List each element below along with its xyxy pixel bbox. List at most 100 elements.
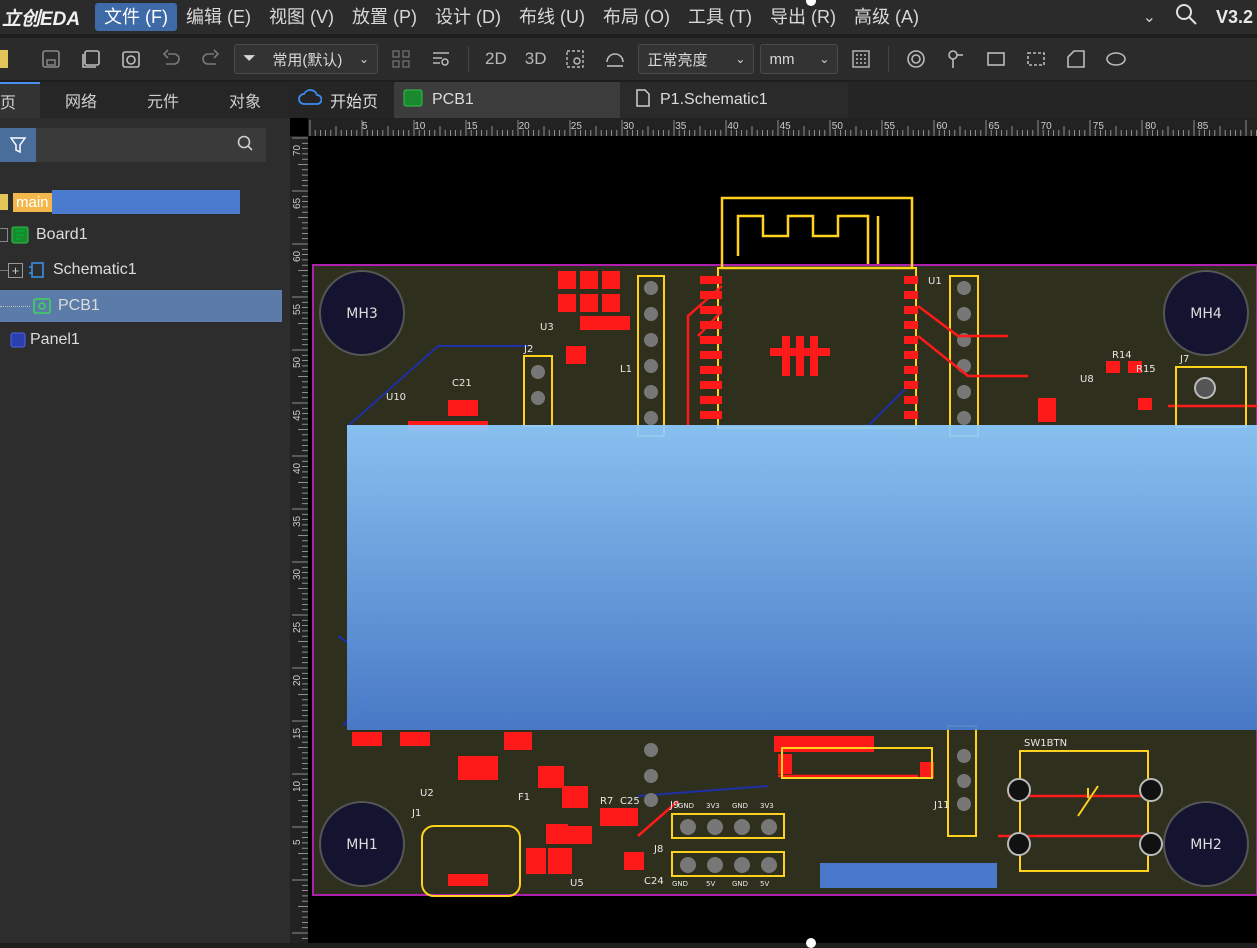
tree-item-pcb[interactable]: PCB1 xyxy=(0,290,282,322)
search-icon[interactable] xyxy=(1174,2,1198,32)
ruler-label: 75 xyxy=(1093,121,1105,132)
label-j2: J2 xyxy=(523,344,533,355)
label-u5: U5 xyxy=(570,878,584,889)
expand-icon[interactable]: + xyxy=(8,262,23,278)
pcb-icon xyxy=(402,88,424,113)
rect-select-icon[interactable] xyxy=(979,42,1013,76)
tab-pages[interactable]: 页 xyxy=(0,82,40,118)
ruler-label: 15 xyxy=(292,727,303,739)
label-j7: J7 xyxy=(1179,354,1189,365)
ruler-label: 40 xyxy=(292,462,303,474)
divider xyxy=(888,46,890,72)
version-label: V3.2 xyxy=(1215,6,1253,27)
tree-item-board-label: Board1 xyxy=(36,226,88,243)
view-2d-button[interactable]: 2D xyxy=(479,49,513,69)
tree-item-schematic[interactable]: + Schematic1 xyxy=(0,255,282,285)
label-u8: U8 xyxy=(1080,374,1094,385)
toolbar: ⏷ 常用(默认) ⌄ 2D 3D 正常亮度 ⌄ mm ⌄ xyxy=(0,38,1257,80)
unit-select-value: mm xyxy=(769,50,795,68)
brightness-icon[interactable] xyxy=(598,42,632,76)
tree-line xyxy=(0,269,8,271)
tab-schematic[interactable]: P1.Schematic1 xyxy=(620,82,848,118)
save-icon[interactable] xyxy=(34,42,68,76)
filter-select[interactable]: ⏷ 常用(默认) ⌄ xyxy=(234,44,378,74)
label-mh1: MH1 xyxy=(346,837,378,853)
redo-icon[interactable] xyxy=(194,42,228,76)
ruler-label: 60 xyxy=(292,250,303,262)
tab-start-page[interactable]: 开始页 xyxy=(290,82,394,118)
rename-field[interactable] xyxy=(51,190,240,214)
menu-advanced[interactable]: 高级 (A) xyxy=(845,3,928,31)
tree-item-main[interactable]: main xyxy=(0,187,240,217)
tab-components[interactable]: 元件 xyxy=(122,82,204,118)
list-search-icon[interactable] xyxy=(424,42,458,76)
menu-view[interactable]: 视图 (V) xyxy=(260,3,343,31)
menu-bar: 立创EDA 文件 (F) 编辑 (E) 视图 (V) 放置 (P) 设计 (D)… xyxy=(0,0,1257,34)
search-icon[interactable] xyxy=(236,134,254,157)
zoom-area-icon[interactable] xyxy=(558,42,592,76)
undo-icon[interactable] xyxy=(154,42,188,76)
via-icon[interactable] xyxy=(899,42,933,76)
tab-objects[interactable]: 对象 xyxy=(204,82,286,118)
label-r7: R7 xyxy=(600,796,613,807)
pin-label: GND xyxy=(678,802,694,810)
tab-nets[interactable]: 网络 xyxy=(40,82,122,118)
label-mh3: MH3 xyxy=(346,306,378,322)
ruler-label: 40 xyxy=(727,121,739,132)
ruler-label: 10 xyxy=(292,780,303,792)
tab-pcb1[interactable]: PCB1 xyxy=(394,82,620,118)
folder-icon[interactable] xyxy=(0,50,8,68)
tree-item-board[interactable]: Board1 xyxy=(0,220,282,250)
ruler-label: 5 xyxy=(292,839,303,845)
label-l1: L1 xyxy=(620,364,632,375)
mounting-hole-mh2: MH2 xyxy=(1163,801,1249,887)
menu-route[interactable]: 布线 (U) xyxy=(510,3,594,31)
board-icon xyxy=(10,225,30,245)
ruler-label: 10 xyxy=(414,121,426,132)
tree-item-panel[interactable]: Panel1 xyxy=(0,325,282,355)
document-tabs: 开始页 PCB1 P1.Schematic1 xyxy=(290,82,1257,118)
probe-icon[interactable] xyxy=(939,42,973,76)
menu-tools[interactable]: 工具 (T) xyxy=(679,3,761,31)
menu-layout[interactable]: 布局 (O) xyxy=(594,3,679,31)
brightness-select[interactable]: 正常亮度 ⌄ xyxy=(638,44,755,74)
ruler-label: 70 xyxy=(1041,121,1053,132)
panel-icon xyxy=(0,330,30,350)
tree-item-main-label: main xyxy=(13,192,52,212)
label-j8: J8 xyxy=(653,844,663,855)
ruler-label: 35 xyxy=(675,121,687,132)
ruler-label: 65 xyxy=(988,121,1000,132)
ruler-label: 25 xyxy=(571,121,583,132)
label-u10: U10 xyxy=(386,392,406,403)
expand-icon[interactable] xyxy=(0,228,8,242)
view-3d-button[interactable]: 3D xyxy=(519,49,553,69)
ruler-label: 55 xyxy=(292,303,303,315)
polygon-icon[interactable] xyxy=(1059,42,1093,76)
dashed-rect-icon[interactable] xyxy=(1019,42,1053,76)
filter-icon[interactable] xyxy=(0,128,36,162)
ellipse-icon[interactable] xyxy=(1099,42,1133,76)
menu-design[interactable]: 设计 (D) xyxy=(426,3,510,31)
ruler-label: 65 xyxy=(292,197,303,209)
save-all-icon[interactable] xyxy=(74,42,108,76)
blue-highlight-bar xyxy=(820,863,997,888)
ruler-label: 45 xyxy=(780,121,792,132)
grid-icon[interactable] xyxy=(844,42,878,76)
tree-search-input[interactable] xyxy=(36,128,266,162)
mounting-hole-mh3: MH3 xyxy=(319,270,405,356)
ruler-label: 20 xyxy=(292,674,303,686)
chevron-down-icon[interactable]: ⌄ xyxy=(1143,7,1156,27)
menu-place[interactable]: 放置 (P) xyxy=(343,3,426,31)
folder-icon xyxy=(0,194,8,210)
ruler-label: 55 xyxy=(884,121,896,132)
menu-edit[interactable]: 编辑 (E) xyxy=(177,3,260,31)
snapshot-icon[interactable] xyxy=(114,42,148,76)
menu-export[interactable]: 导出 (R) xyxy=(761,3,845,31)
ruler-label: 45 xyxy=(292,409,303,421)
menu-file[interactable]: 文件 (F) xyxy=(95,3,177,31)
cloud-icon xyxy=(298,88,323,112)
grid-dots-icon[interactable] xyxy=(384,42,418,76)
ruler-label: 35 xyxy=(292,515,303,527)
unit-select[interactable]: mm ⌄ xyxy=(760,44,839,74)
ruler-label: 25 xyxy=(292,621,303,633)
